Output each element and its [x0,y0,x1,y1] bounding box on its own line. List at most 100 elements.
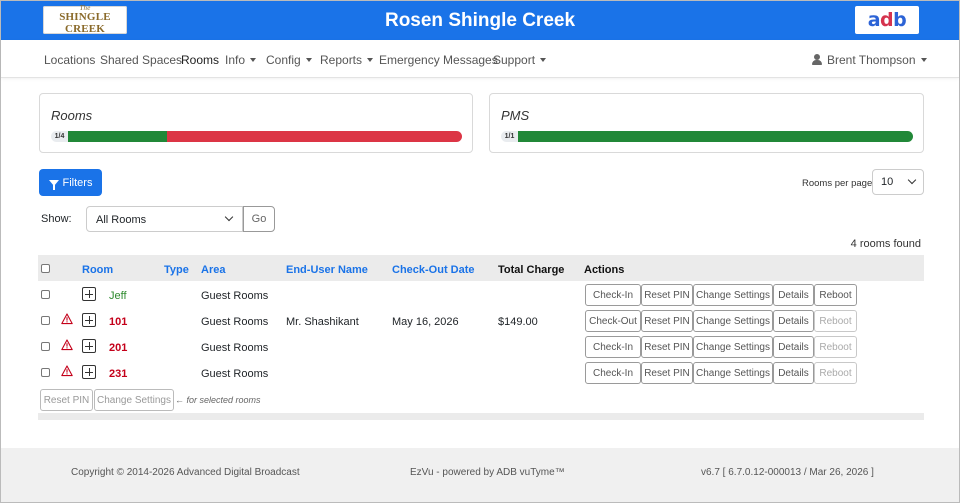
room-number[interactable]: 201 [109,342,127,354]
details-button[interactable]: Details [773,336,814,358]
expand-icon[interactable] [82,365,96,379]
table-header: Room Type Area End-User Name Check-Out D… [38,255,924,281]
check-in-out-button[interactable]: Check-In [585,336,641,358]
rooms-per-page-value: 10 [881,176,894,188]
nav-config[interactable]: Config [266,53,312,67]
show-label: Show: [41,213,72,225]
column-total-charge: Total Charge [498,264,565,276]
footer-product: EzVu - powered by ADB vuTyme™ [410,467,565,478]
nav-support[interactable]: Support [493,53,547,67]
rooms-progress-label: 1/4 [51,131,68,142]
room-area: Guest Rooms [201,368,269,380]
chevron-down-icon [224,212,234,222]
change-settings-button[interactable]: Change Settings [693,284,773,306]
change-settings-button[interactable]: Change Settings [693,310,773,332]
nav-shared-spaces[interactable]: Shared Spaces [100,53,182,67]
chevron-down-icon [367,58,374,62]
room-number[interactable]: 231 [109,368,127,380]
adb-logo-d: d [880,9,894,31]
reboot-button[interactable]: Reboot [814,336,857,358]
rooms-progress-bad [166,131,462,142]
select-all-checkbox[interactable] [41,264,50,273]
rooms-progress-bar: 1/4 [51,131,462,142]
column-room[interactable]: Room [82,264,113,276]
check-in-out-button[interactable]: Check-In [585,284,641,306]
reboot-button[interactable]: Reboot [814,310,857,332]
rooms-progress-ok [68,131,167,142]
chevron-down-icon [540,58,547,62]
pms-progress-ok [518,131,913,142]
expand-icon[interactable] [82,313,96,327]
row-checkbox[interactable] [41,316,50,325]
details-button[interactable]: Details [773,362,814,384]
rooms-summary-card: Rooms 1/4 [39,93,473,153]
filters-button[interactable]: Filters [39,169,102,196]
adb-logo[interactable]: adb [855,6,919,34]
chevron-down-icon [305,58,312,62]
nav-emergency-messages[interactable]: Emergency Messages [379,53,498,67]
table-row: 101 Guest Rooms Mr. Shashikant May 16, 2026… [38,308,924,335]
bulk-reset-pin-button[interactable]: Reset PIN [40,389,93,411]
details-button[interactable]: Details [773,284,814,306]
nav-info[interactable]: Info [225,53,257,67]
change-settings-button[interactable]: Change Settings [693,362,773,384]
total-charge: $149.00 [498,316,538,328]
column-type[interactable]: Type [164,264,189,276]
pms-card-title: PMS [501,108,530,123]
user-icon [812,54,822,65]
pms-progress-bar: 1/1 [501,131,913,142]
row-checkbox[interactable] [41,342,50,351]
footer-copyright: Copyright © 2014-2026 Advanced Digital B… [71,467,300,478]
details-button[interactable]: Details [773,310,814,332]
user-name: Brent Thompson [827,53,916,67]
chevron-down-icon [907,175,917,185]
page-title: Rosen Shingle Creek [384,10,576,31]
row-checkbox[interactable] [41,368,50,377]
room-number[interactable]: 101 [109,316,127,328]
pms-summary-card: PMS 1/1 [489,93,924,153]
go-button[interactable]: Go [243,206,275,232]
table-row: 201 Guest Rooms Check-In Reset PIN Change Se… [38,334,924,361]
rooms-found-count: 4 rooms found [850,238,921,250]
check-in-out-button[interactable]: Check-In [585,362,641,384]
nav-reports[interactable]: Reports [320,53,374,67]
reset-pin-button[interactable]: Reset PIN [641,310,693,332]
show-select[interactable]: All Rooms [86,206,243,232]
nav-config-label: Config [266,53,301,67]
chevron-down-icon [920,58,927,62]
reset-pin-button[interactable]: Reset PIN [641,284,693,306]
nav-locations[interactable]: Locations [44,53,95,67]
column-actions: Actions [584,264,625,276]
change-settings-button[interactable]: Change Settings [693,336,773,358]
nav-reports-label: Reports [320,53,363,67]
rooms-per-page-select[interactable]: 10 [872,169,924,195]
user-menu[interactable]: Brent Thompson [812,53,927,67]
adb-logo-a: a [867,9,881,31]
reset-pin-button[interactable]: Reset PIN [641,336,693,358]
expand-icon[interactable] [82,339,96,353]
column-end-user-name[interactable]: End-User Name [286,264,368,276]
room-area: Guest Rooms [201,316,269,328]
show-select-value: All Rooms [96,214,147,226]
expand-icon[interactable] [82,287,96,301]
nav-support-label: Support [493,53,536,67]
rooms-card-title: Rooms [51,108,93,123]
check-in-out-button[interactable]: Check-Out [585,310,641,332]
adb-logo-b: b [893,9,907,31]
column-check-out-date[interactable]: Check-Out Date [392,264,475,276]
bulk-change-settings-button[interactable]: Change Settings [94,389,174,411]
reboot-button[interactable]: Reboot [814,362,857,384]
warning-icon [61,339,73,351]
chevron-down-icon [250,58,257,62]
row-checkbox[interactable] [41,290,50,299]
column-area[interactable]: Area [201,264,225,276]
pms-progress-label: 1/1 [501,131,518,142]
table-footer-bar [38,413,924,420]
room-number[interactable]: Jeff [109,290,127,302]
reset-pin-button[interactable]: Reset PIN [641,362,693,384]
reboot-button[interactable]: Reboot [814,284,857,306]
check-out-date: May 16, 2026 [392,316,459,328]
rooms-per-page-label: Rooms per page [802,178,873,189]
nav-rooms[interactable]: Rooms [181,53,219,67]
app-header: The SHINGLE CREEK Rosen Shingle Creek ad… [1,1,959,40]
